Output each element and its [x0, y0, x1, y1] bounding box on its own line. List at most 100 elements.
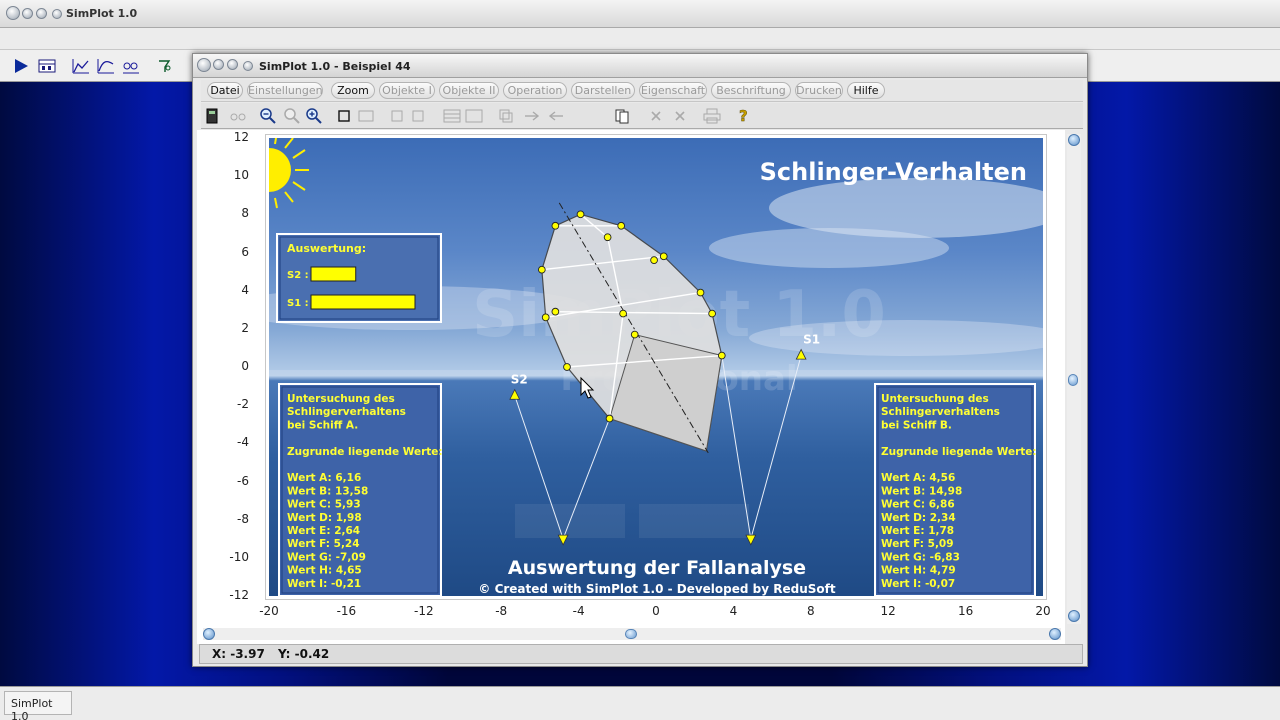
ship-node: [619, 309, 627, 318]
plot-canvas: SimPlot 1.0 Professional Schlinger-Verha…: [269, 138, 1043, 596]
right-panel-line: Schlingerverhaltens: [881, 406, 1000, 418]
y-tick-label: -10: [229, 549, 249, 564]
rectangle-select-icon[interactable]: [335, 107, 353, 125]
ship-node: [551, 307, 560, 316]
left-panel-line: Wert I: -0,21: [287, 578, 361, 590]
right-panel-line: Wert F: 5,09: [881, 538, 954, 550]
horizontal-scrollbar[interactable]: [203, 628, 1061, 640]
x-tick-label: -8: [495, 604, 508, 618]
ship-node: [708, 309, 716, 318]
s1-label: S1 :: [287, 298, 309, 309]
left-panel-line: Untersuchung des: [287, 393, 395, 405]
y-tick-label: 10: [233, 168, 249, 183]
menu-darstellen[interactable]: Darstellen: [571, 82, 635, 99]
x-tick-label: 4: [729, 604, 738, 618]
vertical-scroll-thumb[interactable]: [1068, 374, 1078, 386]
left-panel-line: Wert D: 1,98: [287, 512, 362, 524]
right-panel-line: Wert I: -0,07: [881, 578, 955, 590]
document-close-icon[interactable]: [197, 58, 211, 72]
close-window-icon[interactable]: [6, 6, 20, 20]
xy-chart-icon[interactable]: [97, 58, 115, 74]
x-tick-label: 20: [1035, 604, 1051, 618]
paste-view-icon[interactable]: [409, 107, 427, 125]
outer-menubar: [0, 28, 1280, 50]
scroll-left-button[interactable]: [203, 628, 215, 640]
x-tick-label: 8: [806, 604, 815, 618]
menu-hilfe[interactable]: Hilfe: [847, 82, 885, 99]
zoom-icon-disabled[interactable]: [283, 107, 301, 125]
zoom-out-icon[interactable]: [259, 107, 277, 125]
ship-node: [576, 210, 585, 219]
delete-all-icon[interactable]: [671, 107, 689, 125]
zoom-in-icon[interactable]: [305, 107, 323, 125]
menu-drucken[interactable]: Drucken: [795, 82, 843, 99]
fit-view-icon[interactable]: [357, 107, 375, 125]
table-view-icon[interactable]: [38, 58, 56, 74]
grid-table-icon[interactable]: [443, 107, 461, 125]
right-panel-line: Wert H: 4,79: [881, 565, 956, 577]
delete-x-icon[interactable]: [647, 107, 665, 125]
menu-objekte-i[interactable]: Objekte I: [379, 82, 435, 99]
right-panel-line: Wert D: 2,34: [881, 512, 956, 524]
y-tick-label: 12: [233, 130, 249, 144]
chart-title: Schlinger-Verhalten: [760, 158, 1027, 186]
right-info-panel: Untersuchung desSchlingerverhaltensbei S…: [874, 383, 1037, 596]
left-panel-line: Wert A: 6,16: [287, 472, 361, 484]
menu-eigenschaft[interactable]: Eigenschaft: [639, 82, 707, 99]
scroll-down-button[interactable]: [1068, 610, 1080, 622]
pen-tool-icon[interactable]: [156, 58, 174, 74]
coordinate-bar: X: -3.97 Y: -0.42: [199, 644, 1083, 664]
menu-zoom[interactable]: Zoom: [331, 82, 375, 99]
arrow-right-icon[interactable]: [523, 107, 541, 125]
printer-icon[interactable]: [703, 107, 721, 125]
layer-icon[interactable]: [497, 107, 515, 125]
document-maximize-icon[interactable]: [227, 59, 238, 70]
ship-node: [650, 256, 658, 264]
arrow-left-icon[interactable]: [547, 107, 565, 125]
horizontal-scroll-thumb[interactable]: [625, 629, 637, 639]
left-panel-line: Wert H: 4,65: [287, 565, 362, 577]
menu-einstellungen[interactable]: Einstellungen: [247, 82, 323, 99]
menu-beschriftung[interactable]: Beschriftung: [711, 82, 791, 99]
x-tick-label: -4: [572, 604, 585, 618]
ship-node: [537, 265, 546, 274]
right-panel-line: Wert G: -6,83: [881, 551, 960, 563]
copy-view-icon[interactable]: [389, 107, 407, 125]
minimize-window-icon[interactable]: [22, 8, 33, 19]
pages-icon[interactable]: [613, 107, 631, 125]
x-tick-label: 12: [880, 604, 896, 618]
left-panel-line: Schlingerverhaltens: [287, 406, 406, 418]
right-panel-line: Wert B: 14,98: [881, 485, 962, 497]
help-icon[interactable]: ?: [735, 107, 753, 125]
menu-objekte-ii[interactable]: Objekte II: [439, 82, 499, 99]
glasses-icon[interactable]: [229, 107, 247, 125]
ship-node: [717, 351, 726, 360]
play-icon[interactable]: [12, 58, 30, 74]
cloud: [709, 228, 949, 268]
menu-operation[interactable]: Operation: [503, 82, 567, 99]
ship-node: [696, 288, 705, 297]
plot-scene[interactable]: SimPlot 1.0 Professional Schlinger-Verha…: [269, 138, 1043, 596]
left-panel-line: Zugrunde liegende Werte:: [287, 446, 443, 458]
line-chart-icon[interactable]: [72, 58, 90, 74]
multi-chart-icon[interactable]: [122, 58, 140, 74]
calculator-icon[interactable]: [203, 107, 221, 125]
scroll-up-button[interactable]: [1068, 134, 1080, 146]
table-edit-icon[interactable]: [465, 107, 483, 125]
document-minimize-icon[interactable]: [213, 59, 224, 70]
document-icon: [243, 61, 253, 71]
footer-title: Auswertung der Fallanalyse: [508, 557, 806, 579]
maximize-window-icon[interactable]: [36, 8, 47, 19]
left-info-panel: Untersuchung desSchlingerverhaltensbei S…: [278, 383, 443, 596]
watermark-button-right: [639, 504, 749, 538]
s2-arrow-marker: [509, 388, 521, 400]
menu-datei[interactable]: Datei: [207, 82, 243, 99]
s1-bar: [310, 294, 416, 310]
scroll-right-button[interactable]: [1049, 628, 1061, 640]
vertical-scrollbar[interactable]: [1067, 134, 1081, 624]
s2-label: S2 :: [287, 270, 309, 281]
y-tick-label: -6: [237, 473, 249, 488]
s2-label: S2: [511, 373, 528, 387]
y-tick-label: 8: [241, 206, 249, 221]
right-panel-line: bei Schiff B.: [881, 419, 952, 431]
